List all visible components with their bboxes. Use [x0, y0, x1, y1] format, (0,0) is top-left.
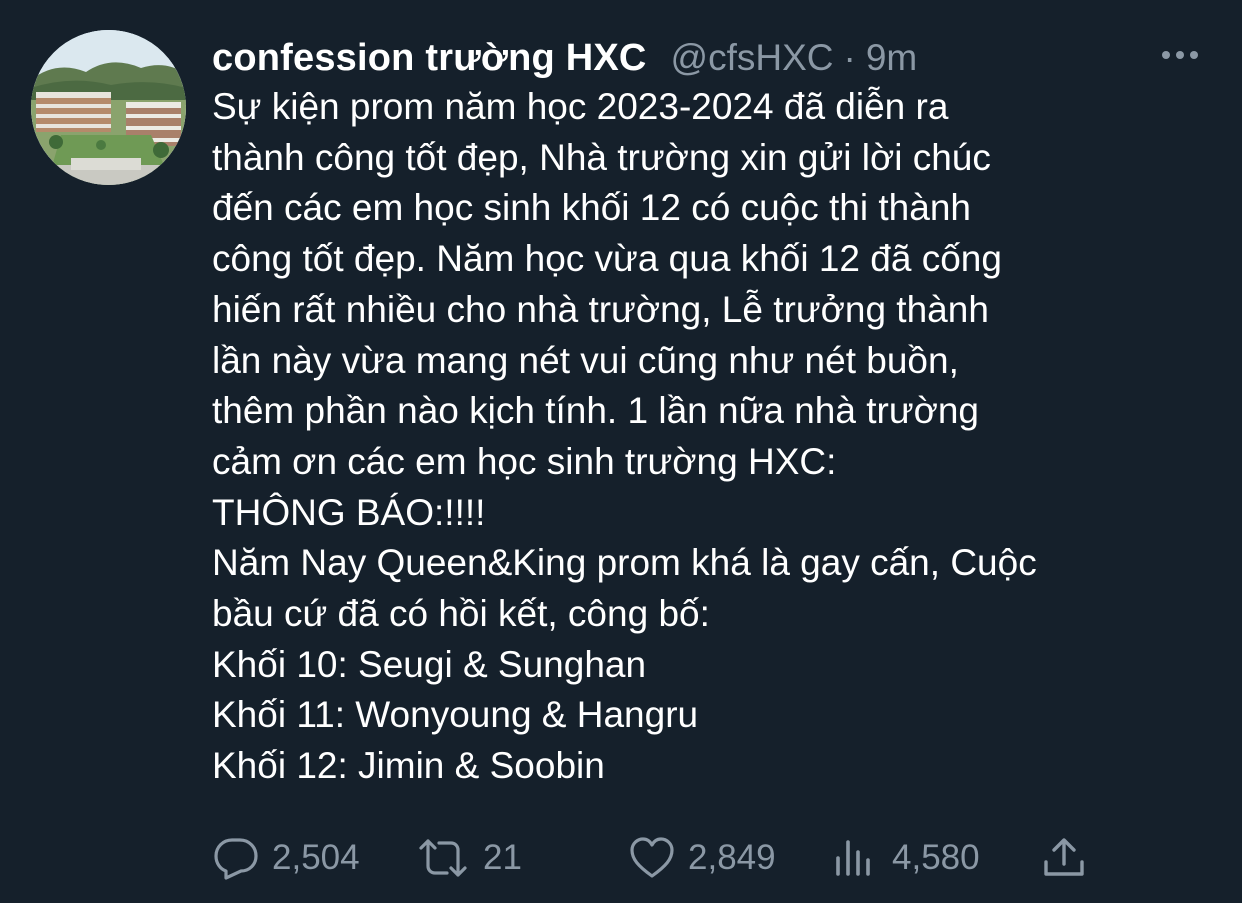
views-button[interactable]: 4,580: [832, 830, 980, 886]
tweet-text-line: THÔNG BÁO:!!!!: [212, 491, 486, 533]
tweet-text-line: thành công tốt đẹp, Nhà trường xin gửi l…: [212, 136, 991, 178]
like-button[interactable]: 2,849: [628, 830, 776, 886]
like-count: 2,849: [688, 838, 776, 877]
tweet-text-line: lần này vừa mang nét vui cũng như nét bu…: [212, 339, 959, 381]
more-horizontal-icon: [1162, 51, 1198, 59]
timestamp[interactable]: 9m: [866, 37, 917, 79]
display-name[interactable]: confession trường HXC: [212, 37, 647, 80]
views-chart-icon: [836, 840, 870, 876]
tweet-action-bar: 2,504 21 2,849 4,580: [212, 830, 1092, 886]
more-options-button[interactable]: [1160, 42, 1200, 68]
share-icon: [1044, 838, 1084, 876]
heart-icon: [630, 837, 674, 878]
tweet-text-line: Khối 10: Seugi & Sunghan: [212, 643, 647, 685]
separator-dot: ·: [843, 37, 856, 78]
retweet-button[interactable]: 21: [415, 830, 522, 886]
retweet-icon: [419, 839, 467, 877]
reply-button[interactable]: 2,504: [212, 830, 360, 886]
tweet-text-line: bầu cứ đã có hồi kết, công bố:: [212, 593, 710, 635]
tweet-text-line: Khối 12: Jimin & Soobin: [212, 745, 605, 787]
tweet-text-line: thêm phần nào kịch tính. 1 lần nữa nhà t…: [212, 390, 980, 432]
user-handle[interactable]: @cfsHXC: [671, 37, 834, 79]
share-button[interactable]: [1040, 830, 1088, 886]
views-count: 4,580: [892, 838, 980, 877]
tweet-text-line: Sự kiện prom năm học 2023-2024 đã diễn r…: [212, 86, 949, 127]
reply-count: 2,504: [272, 838, 360, 877]
retweet-count: 21: [483, 838, 522, 877]
tweet-text-line: hiến rất nhiều cho nhà trường, Lễ trưởng…: [212, 288, 989, 330]
tweet-text-line: công tốt đẹp. Năm học vừa qua khối 12 đã…: [212, 238, 1002, 280]
school-building-avatar-image: [31, 30, 186, 185]
tweet-text: Sự kiện prom năm học 2023-2024 đã diễn r…: [212, 82, 1222, 792]
tweet-header: confession trường HXC @cfsHXC · 9m: [212, 30, 917, 86]
reply-icon: [214, 838, 258, 880]
tweet-card: confession trường HXC @cfsHXC · 9m Sự ki…: [0, 0, 1242, 903]
tweet-text-line: Khối 11: Wonyoung & Hangru: [212, 694, 699, 736]
tweet-text-line: Năm Nay Queen&King prom khá là gay cấn, …: [212, 542, 1037, 584]
tweet-text-line: cảm ơn các em học sinh trường HXC:: [212, 440, 837, 482]
avatar[interactable]: [31, 30, 186, 185]
tweet-text-line: đến các em học sinh khối 12 có cuộc thi …: [212, 187, 971, 229]
